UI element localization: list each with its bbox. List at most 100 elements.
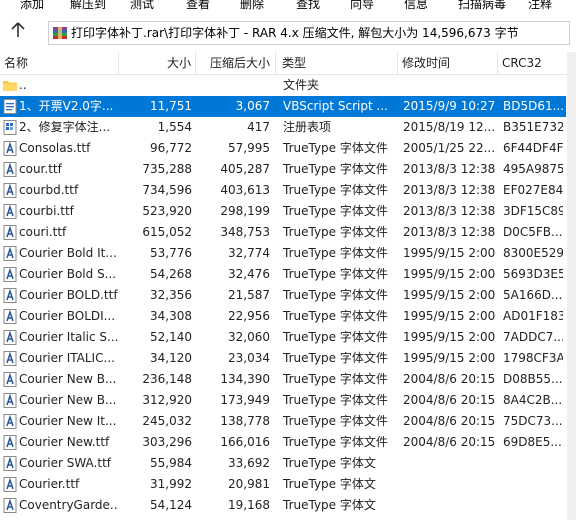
file-packed-size: 20,981 xyxy=(228,477,270,491)
toolbar-add-button[interactable]: 添加 xyxy=(20,0,44,13)
file-modified: 2013/8/3 12:38 xyxy=(403,225,496,239)
file-packed-size xyxy=(196,75,272,96)
file-row[interactable]: Consolas.ttf 96,772 57,995 TrueType 字体文件 200… xyxy=(0,138,576,159)
folder-icon xyxy=(3,78,17,93)
file-name: .. xyxy=(19,78,27,92)
file-modified: 1995/9/15 2:00 xyxy=(403,246,496,260)
up-arrow-icon[interactable] xyxy=(8,22,28,42)
file-row[interactable]: Courier New.ttf 303,296 166,016 TrueType 字体… xyxy=(0,432,576,453)
file-type: TrueType 字体文件 xyxy=(283,414,388,428)
file-modified: 1995/9/15 2:00 xyxy=(403,330,496,344)
file-modified: 1995/9/15 2:00 xyxy=(403,309,496,323)
file-packed-size: 32,476 xyxy=(228,267,270,281)
file-row[interactable]: courbd.ttf 734,596 403,613 TrueType 字体文件 201… xyxy=(0,180,576,201)
vbscript-file-icon xyxy=(3,99,17,114)
file-size: 523,920 xyxy=(142,204,192,218)
file-row[interactable]: Courier Italic S... 52,140 32,060 TrueType … xyxy=(0,327,576,348)
file-modified: 2004/8/6 20:15 xyxy=(403,414,496,428)
file-crc32 xyxy=(503,75,563,96)
file-type: TrueType 字体文件 xyxy=(283,330,388,344)
file-row[interactable]: CoventryGarde... 54,124 19,168 TrueType 字体文 xyxy=(0,495,576,516)
file-list: .. 文件夹 1、开票V2.0字... 11,751 3,067 VBScript Scr… xyxy=(0,75,576,520)
font-file-icon xyxy=(3,414,17,429)
file-row[interactable]: Courier New B... 236,148 134,390 TrueType 字… xyxy=(0,369,576,390)
file-name: Courier Bold S... xyxy=(19,267,117,281)
column-name[interactable]: 名称 xyxy=(0,52,118,74)
file-modified: 1995/9/15 2:00 xyxy=(403,267,496,281)
file-size: 245,032 xyxy=(142,414,192,428)
file-row[interactable]: Courier New B... 312,920 173,949 TrueType 字… xyxy=(0,390,576,411)
file-row[interactable]: 1、开票V2.0字... 11,751 3,067 VBScript Script .… xyxy=(0,96,576,117)
file-crc32: 6F44DF4F xyxy=(503,141,563,155)
file-row[interactable]: Courier ITALIC... 34,120 23,034 TrueType 字体… xyxy=(0,348,576,369)
file-crc32: EF027E84 xyxy=(503,183,563,197)
file-packed-size: 32,774 xyxy=(228,246,270,260)
toolbar-extract-to-button[interactable]: 解压到 xyxy=(70,0,106,13)
file-type: TrueType 字体文件 xyxy=(283,435,388,449)
column-divider[interactable] xyxy=(275,52,276,74)
file-packed-size: 32,060 xyxy=(228,330,270,344)
file-row[interactable]: Courier.ttf 31,992 20,981 TrueType 字体文 xyxy=(0,474,576,495)
file-row[interactable]: 2、修复字体注... 1,554 417 注册表项 2015/8/19 12... B35… xyxy=(0,117,576,138)
toolbar-find-button[interactable]: 查找 xyxy=(296,0,320,13)
file-modified: 2004/8/6 20:15 xyxy=(403,393,496,407)
file-modified: 2004/8/6 20:15 xyxy=(403,435,496,449)
toolbar-virus-scan-button[interactable]: 扫描病毒 xyxy=(458,0,506,13)
file-crc32 xyxy=(503,495,563,516)
file-name: Courier Bold It... xyxy=(19,246,117,260)
file-type: TrueType 字体文 xyxy=(283,477,376,491)
toolbar-test-button[interactable]: 测试 xyxy=(130,0,154,13)
file-name: Courier.ttf xyxy=(19,477,80,491)
toolbar-info-button[interactable]: 信息 xyxy=(404,0,428,13)
column-type[interactable]: 类型 xyxy=(278,52,396,74)
font-file-icon xyxy=(3,351,17,366)
file-crc32: AD01F183 xyxy=(503,309,563,323)
font-file-icon xyxy=(3,477,17,492)
toolbar-view-button[interactable]: 查看 xyxy=(186,0,210,13)
font-file-icon xyxy=(3,456,17,471)
file-packed-size: 21,587 xyxy=(228,288,270,302)
file-row[interactable]: cour.ttf 735,288 405,287 TrueType 字体文件 2013/… xyxy=(0,159,576,180)
file-row[interactable]: Courier BOLD.ttf 32,356 21,587 TrueType 字体文… xyxy=(0,285,576,306)
file-crc32: 7ADDC7... xyxy=(503,330,563,344)
file-row[interactable]: Courier Bold It... 53,776 32,774 TrueType 字… xyxy=(0,243,576,264)
file-name: Courier New B... xyxy=(19,372,117,386)
file-type: VBScript Script ... xyxy=(283,99,388,113)
file-name: Courier SWA.ttf xyxy=(19,456,111,470)
file-size xyxy=(120,75,194,96)
file-type: TrueType 字体文 xyxy=(283,456,376,470)
file-crc32 xyxy=(503,474,563,495)
column-packed-size[interactable]: 压缩后大小 xyxy=(196,52,274,74)
file-crc32: D0C5FB... xyxy=(503,225,563,239)
file-crc32: D08B55... xyxy=(503,372,563,386)
font-file-icon xyxy=(3,372,17,387)
file-row[interactable]: Courier New It... 245,032 138,778 TrueType … xyxy=(0,411,576,432)
file-row[interactable]: courbi.ttf 523,920 298,199 TrueType 字体文件 201… xyxy=(0,201,576,222)
file-packed-size: 57,995 xyxy=(228,141,270,155)
file-row[interactable]: Courier Bold S... 54,268 32,476 TrueType 字体… xyxy=(0,264,576,285)
toolbar-delete-button[interactable]: 删除 xyxy=(240,0,264,13)
file-name: cour.ttf xyxy=(19,162,62,176)
file-size: 55,984 xyxy=(150,456,192,470)
font-file-icon xyxy=(3,288,17,303)
column-crc32[interactable]: CRC32 xyxy=(498,52,566,74)
column-size[interactable]: 大小 xyxy=(119,52,195,74)
toolbar-wizard-button[interactable]: 向导 xyxy=(350,0,374,13)
toolbar-comment-button[interactable]: 注释 xyxy=(528,0,552,13)
vertical-scrollbar[interactable] xyxy=(567,52,576,520)
file-type: TrueType 字体文件 xyxy=(283,393,388,407)
file-row[interactable]: Courier SWA.ttf 55,984 33,692 TrueType 字体文 xyxy=(0,453,576,474)
archive-path-field[interactable]: 打印字体补丁.rar\打印字体补丁 - RAR 4.x 压缩文件, 解包大小为 … xyxy=(48,21,570,45)
file-name: Consolas.ttf xyxy=(19,141,91,155)
file-row[interactable]: Courier BOLDI... 34,308 22,956 TrueType 字体文… xyxy=(0,306,576,327)
file-crc32: 8300E529 xyxy=(503,246,563,260)
font-file-icon xyxy=(3,498,17,513)
file-modified xyxy=(403,495,499,516)
file-type: TrueType 字体文 xyxy=(283,498,376,512)
file-modified: 1995/9/15 2:00 xyxy=(403,288,496,302)
file-row[interactable]: .. 文件夹 xyxy=(0,75,576,96)
file-name: Courier BOLDI... xyxy=(19,309,116,323)
file-size: 96,772 xyxy=(150,141,192,155)
file-row[interactable]: couri.ttf 615,052 348,753 TrueType 字体文件 2013… xyxy=(0,222,576,243)
column-modified[interactable]: 修改时间 xyxy=(398,52,496,74)
